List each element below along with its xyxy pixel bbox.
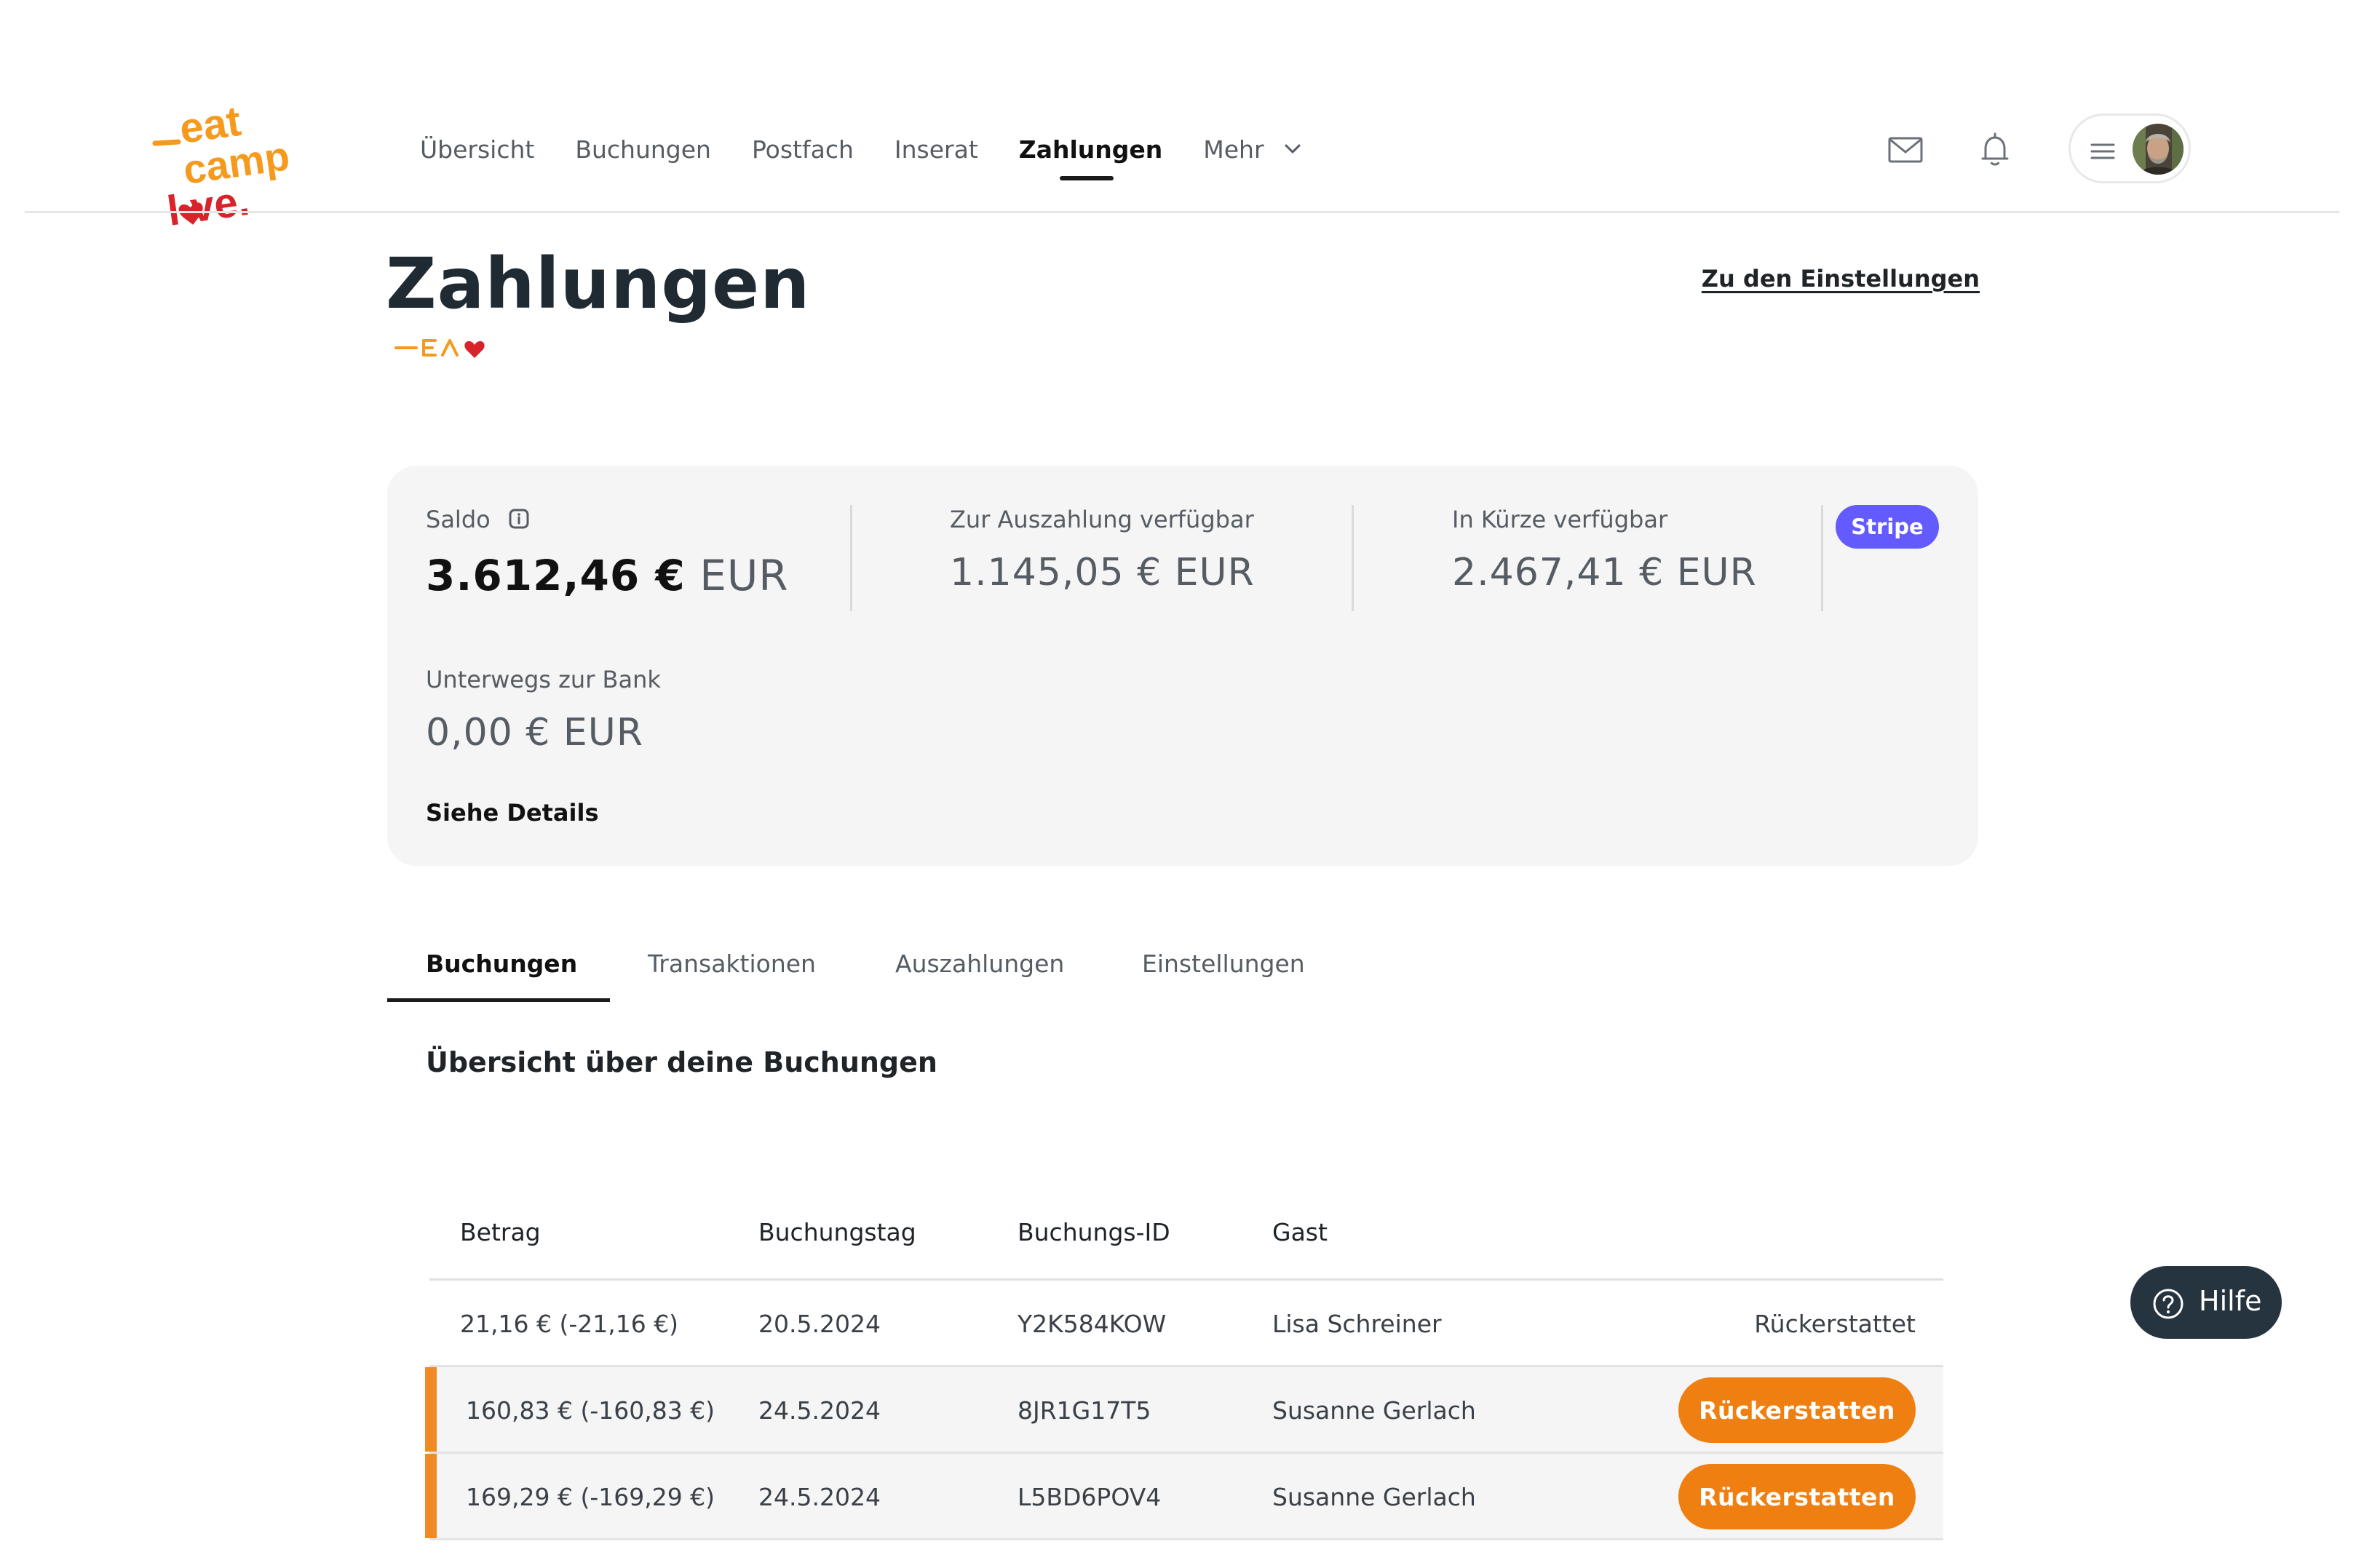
header-divider: [25, 211, 2339, 213]
bell-icon[interactable]: [1975, 130, 2015, 170]
payout-value: 1.145,05 € EUR: [950, 551, 1255, 594]
hamburger-icon: [2090, 143, 2115, 159]
column-header-betrag[interactable]: Betrag: [460, 1218, 541, 1246]
payout-stat: Zur Auszahlung verfügbar 1.145,05 € EUR: [950, 506, 1255, 594]
cell-amount: 169,29 € (-169,29 €): [466, 1483, 715, 1511]
cell-booking-id: Y2K584KOW: [1018, 1310, 1167, 1338]
soon-stat: In Kürze verfügbar 2.467,41 € EUR: [1452, 506, 1757, 594]
nav-item-inserat[interactable]: Inserat: [895, 130, 978, 170]
transit-stat: Unterwegs zur Bank 0,00 € EUR: [426, 666, 661, 755]
refunded-status: Rückerstattet: [1754, 1310, 1916, 1338]
nav-item-uebersicht[interactable]: Übersicht: [420, 130, 534, 170]
stripe-badge: Stripe: [1836, 505, 1939, 549]
nav-label: Postfach: [751, 135, 854, 164]
profile-menu-button[interactable]: [2068, 114, 2191, 183]
saldo-value: 3.612,46 € EUR: [426, 551, 789, 600]
nav-label: Übersicht: [420, 135, 535, 164]
refund-button[interactable]: Rückerstatten: [1678, 1464, 1916, 1529]
nav-item-buchungen[interactable]: Buchungen: [575, 130, 711, 170]
stat-divider: [1352, 505, 1354, 611]
cell-guest: Susanne Gerlach: [1272, 1396, 1476, 1425]
tab-einstellungen[interactable]: Einstellungen: [1142, 939, 1305, 1004]
svg-text:l ve.: l ve.: [164, 177, 253, 235]
table-header: Betrag Buchungstag Buchungs-ID Gast: [429, 1193, 1943, 1281]
question-circle-icon: [2153, 1289, 2183, 1319]
column-header-buchungstag[interactable]: Buchungstag: [758, 1218, 916, 1246]
nav-label: Mehr: [1203, 135, 1264, 164]
stat-divider: [1821, 505, 1823, 611]
saldo-stat: Saldo 3.612,46 € EUR: [426, 506, 789, 600]
active-tab-indicator: [387, 998, 610, 1002]
main-nav: Übersicht Buchungen Postfach Inserat Zah…: [420, 130, 1344, 180]
tab-buchungen[interactable]: Buchungen: [426, 939, 577, 1004]
tab-transaktionen[interactable]: Transaktionen: [648, 939, 816, 1004]
nav-label: Buchungen: [575, 135, 711, 164]
cell-date: 24.5.2024: [758, 1483, 881, 1511]
soon-value: 2.467,41 € EUR: [1452, 551, 1757, 594]
cell-guest: Lisa Schreiner: [1272, 1310, 1442, 1338]
chevron-down-icon: [1285, 144, 1301, 153]
nav-label: Zahlungen: [1018, 135, 1163, 164]
section-title: Übersicht über deine Buchungen: [426, 1046, 937, 1078]
column-header-buchungs-id[interactable]: Buchungs-ID: [1018, 1218, 1170, 1246]
cell-date: 20.5.2024: [758, 1310, 881, 1338]
payout-label: Zur Auszahlung verfügbar: [950, 506, 1254, 533]
nav-item-mehr[interactable]: Mehr: [1203, 130, 1304, 170]
table-row: 160,83 € (-160,83 €) 24.5.2024 8JR1G17T5…: [425, 1367, 1943, 1454]
help-label: Hilfe: [2199, 1285, 2262, 1317]
cell-booking-id: L5BD6POV4: [1018, 1483, 1162, 1511]
column-header-gast[interactable]: Gast: [1272, 1218, 1328, 1246]
transit-label: Unterwegs zur Bank: [426, 666, 661, 693]
avatar: [2133, 124, 2183, 175]
info-icon[interactable]: [508, 508, 530, 530]
tab-auszahlungen[interactable]: Auszahlungen: [895, 939, 1064, 1004]
cell-guest: Susanne Gerlach: [1272, 1483, 1476, 1511]
brand-mark-icon: [394, 339, 485, 358]
table-row: 21,16 € (-21,16 €) 20.5.2024 Y2K584KOW L…: [429, 1281, 1943, 1367]
page-title: Zahlungen: [386, 243, 811, 325]
soon-label: In Kürze verfügbar: [1452, 506, 1668, 533]
bookings-table: Betrag Buchungstag Buchungs-ID Gast 21,1…: [425, 1193, 1943, 1540]
stat-divider: [850, 505, 852, 611]
eat-camp-love-logo[interactable]: eat camp l ve.: [149, 98, 331, 236]
see-details-link[interactable]: Siehe Details: [426, 799, 598, 827]
nav-label: Inserat: [894, 135, 978, 164]
saldo-label: Saldo: [426, 506, 491, 533]
nav-item-zahlungen[interactable]: Zahlungen: [1018, 130, 1163, 180]
nav-item-postfach[interactable]: Postfach: [752, 130, 854, 170]
mail-icon[interactable]: [1885, 130, 1926, 170]
table-row: 169,29 € (-169,29 €) 24.5.2024 L5BD6POV4…: [425, 1454, 1943, 1540]
transit-value: 0,00 € EUR: [426, 711, 643, 755]
settings-link[interactable]: Zu den Einstellungen: [1702, 265, 1980, 292]
cell-amount: 160,83 € (-160,83 €): [466, 1396, 715, 1425]
refund-button[interactable]: Rückerstatten: [1678, 1377, 1916, 1443]
top-header: eat camp l ve. Übersicht Buchungen Postf…: [0, 0, 2364, 235]
help-button[interactable]: Hilfe: [2130, 1266, 2282, 1339]
cell-amount: 21,16 € (-21,16 €): [460, 1310, 679, 1338]
saldo-currency: EUR: [699, 551, 789, 600]
cell-booking-id: 8JR1G17T5: [1018, 1396, 1151, 1425]
cell-date: 24.5.2024: [758, 1396, 881, 1425]
saldo-amount: 3.612,46 €: [426, 551, 686, 600]
saldo-label-row: Saldo: [426, 506, 789, 533]
